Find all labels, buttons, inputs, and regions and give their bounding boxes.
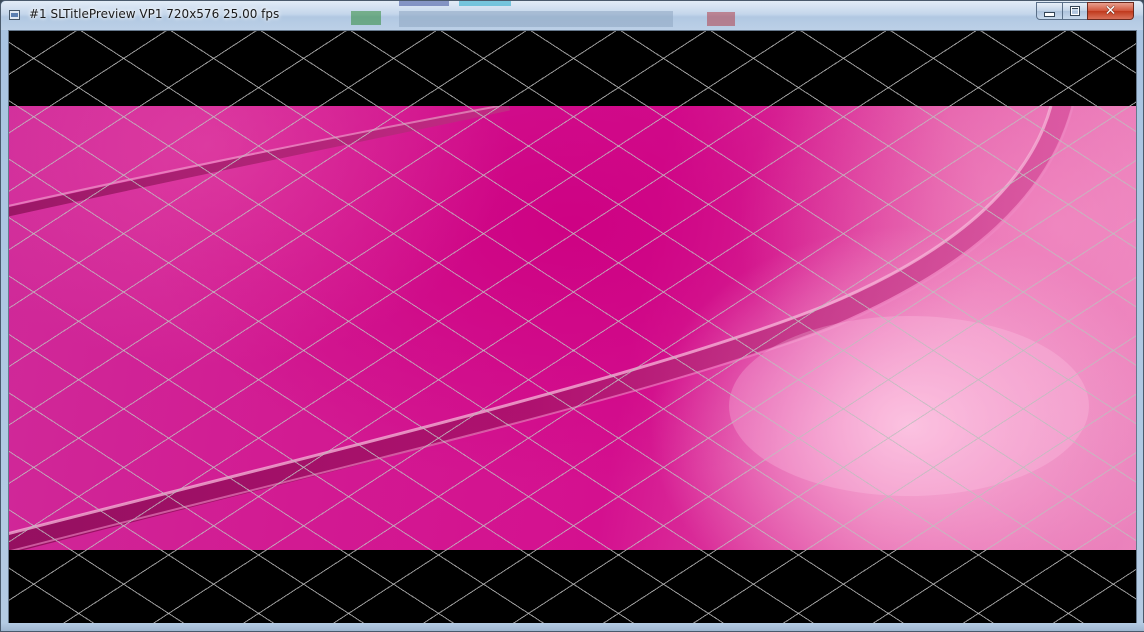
background-app-strip	[459, 1, 511, 6]
background-app-strip	[351, 11, 381, 25]
title-bar[interactable]: #1 SLTitlePreview VP1 720x576 25.00 fps …	[1, 1, 1143, 30]
close-icon: ✕	[1104, 3, 1117, 19]
preview-window: #1 SLTitlePreview VP1 720x576 25.00 fps …	[0, 0, 1144, 632]
minimize-icon	[1044, 12, 1055, 17]
background-app-strip	[399, 1, 449, 6]
maximize-icon	[1070, 6, 1080, 16]
maximize-button[interactable]	[1062, 2, 1088, 20]
background-app-strip	[399, 11, 673, 27]
background-app-strip	[707, 12, 735, 26]
minimize-button[interactable]	[1036, 2, 1063, 20]
window-title: #1 SLTitlePreview VP1 720x576 25.00 fps	[29, 7, 280, 21]
glass-ring-graphic	[9, 106, 1089, 550]
preview-canvas[interactable]	[8, 30, 1137, 625]
video-frame	[9, 106, 1136, 550]
app-window-icon[interactable]	[9, 10, 20, 20]
close-button[interactable]: ✕	[1087, 2, 1134, 20]
window-bottom-border	[1, 623, 1144, 631]
